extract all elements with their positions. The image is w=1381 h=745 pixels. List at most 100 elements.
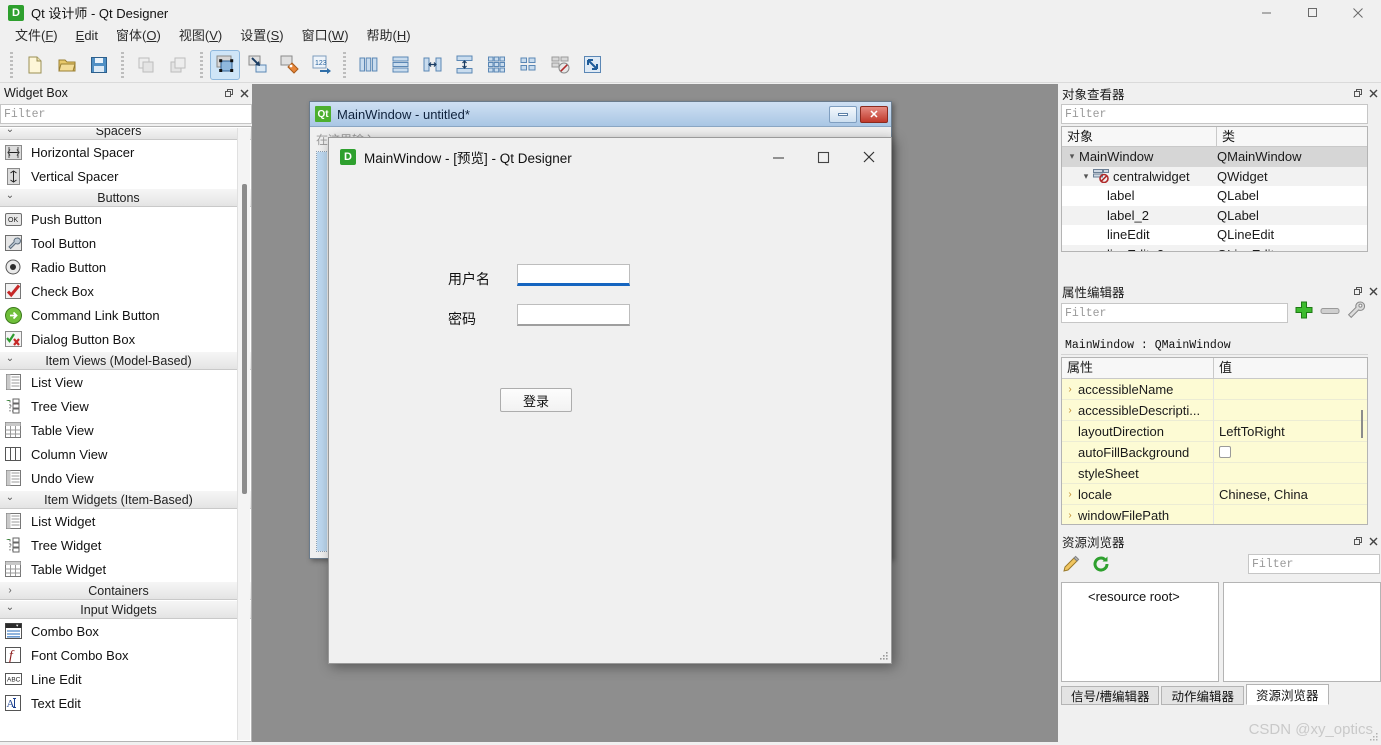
edit-signals-slots-button[interactable] [242,50,272,80]
checkbox[interactable] [1219,446,1231,458]
widget-item-dialog-button-box[interactable]: Dialog Button Box [0,327,251,351]
property-row[interactable]: layoutDirection LeftToRight [1062,421,1367,442]
break-layout-button[interactable] [545,50,575,80]
edit-widgets-mode-button[interactable] [210,49,240,80]
property-row[interactable]: autoFillBackground [1062,442,1367,463]
login-button[interactable]: 登录 [500,388,572,412]
chevron-right-icon[interactable]: › [1062,489,1078,500]
chevron-down-icon[interactable]: ▾ [1079,171,1093,182]
object-inspector-row[interactable]: ▾ centralwidget QWidget [1062,166,1367,186]
adjust-size-button[interactable] [577,50,607,80]
float-icon[interactable] [1351,534,1366,548]
property-editor-filter-input[interactable]: Filter [1061,303,1288,323]
property-value[interactable] [1214,505,1367,524]
chevron-right-icon[interactable]: › [1062,510,1078,521]
resource-root-item[interactable]: <resource root> [1062,583,1218,604]
menu-settings[interactable]: 设置(S) [231,25,292,47]
edit-tab-order-button[interactable]: 123 [306,50,336,80]
wrench-icon[interactable] [1346,300,1366,323]
property-row[interactable]: styleSheet [1062,463,1367,484]
minimize-button[interactable] [1243,0,1289,25]
widget-item-tree-widget[interactable]: Tree Widget [0,533,251,557]
layout-vertically-button[interactable] [385,50,415,80]
float-icon[interactable] [222,86,237,100]
widget-group-header[interactable]: ⌄ Spacers [0,127,251,140]
preview-minimize-button[interactable] [756,142,801,172]
redo-button[interactable] [163,50,193,80]
widget-item-table-widget[interactable]: Table Widget [0,557,251,581]
close-button[interactable] [1335,0,1381,25]
widget-item-list-widget[interactable]: List Widget [0,509,251,533]
object-inspector-row[interactable]: lineEdit_2 QLineEdit [1062,244,1367,251]
widget-group-header[interactable]: ⌄ Item Widgets (Item-Based) [0,490,251,509]
layout-horizontally-button[interactable] [353,50,383,80]
widget-item-line-edit[interactable]: ABC Line Edit [0,667,251,691]
chevron-down-icon[interactable]: ▾ [1065,151,1079,162]
widget-item-column-view[interactable]: Column View [0,442,251,466]
design-form-minimize-button[interactable] [829,105,857,123]
design-form-close-button[interactable]: ✕ [860,105,888,123]
reload-icon[interactable] [1091,554,1111,577]
widget-item-text-edit[interactable]: A Text Edit [0,691,251,715]
widget-item-check-box[interactable]: Check Box [0,279,251,303]
property-editor-scrollbar-thumb[interactable] [1361,410,1363,438]
widget-group-header[interactable]: › Containers [0,581,251,600]
open-folder-button[interactable] [52,50,82,80]
maximize-button[interactable] [1289,0,1335,25]
pencil-icon[interactable] [1061,554,1081,577]
widget-group-header[interactable]: ⌄ Input Widgets [0,600,251,619]
widget-item-tool-button[interactable]: Tool Button [0,231,251,255]
object-inspector-filter-input[interactable]: Filter [1061,104,1368,124]
menu-window[interactable]: 窗口(W) [293,25,358,47]
menu-view[interactable]: 视图(V) [170,25,231,47]
widget-box-filter-input[interactable]: Filter [0,104,252,124]
float-icon[interactable] [1351,284,1366,298]
save-button[interactable] [84,50,114,80]
username-input[interactable] [517,264,630,286]
layout-form-button[interactable] [513,50,543,80]
object-inspector-row[interactable]: label_2 QLabel [1062,205,1367,225]
resize-grip[interactable] [877,649,889,661]
dock-tab-1[interactable]: 动作编辑器 [1161,686,1244,705]
dock-tab-2[interactable]: 资源浏览器 [1246,684,1329,705]
widget-item-horizontal-spacer[interactable]: Horizontal Spacer [0,140,251,164]
property-value[interactable]: LeftToRight [1214,421,1367,442]
float-icon[interactable] [1351,86,1366,100]
password-input[interactable] [517,304,630,326]
widget-item-table-view[interactable]: Table View [0,418,251,442]
new-form-button[interactable] [20,50,50,80]
property-editor-grid[interactable]: 属性 值 › accessibleName › accessibleDescripti… [1061,357,1368,525]
property-row[interactable]: › windowFilePath [1062,505,1367,524]
property-value[interactable] [1214,463,1367,484]
undo-button[interactable] [131,50,161,80]
design-canvas[interactable]: Qt MainWindow - untitled* ✕ 在这里输入 D Main… [252,84,1058,742]
widget-group-header[interactable]: ⌄ Item Views (Model-Based) [0,351,251,370]
close-icon[interactable] [1366,284,1381,298]
widget-item-list-view[interactable]: List View [0,370,251,394]
minus-icon[interactable] [1320,304,1340,319]
window-resize-grip[interactable] [1369,730,1379,741]
property-value[interactable]: Chinese, China [1214,484,1367,505]
close-icon[interactable] [237,86,252,100]
property-value[interactable] [1214,400,1367,421]
close-icon[interactable] [1366,534,1381,548]
layout-splitter-horizontal-button[interactable] [417,50,447,80]
toolbar-handle[interactable] [10,51,13,78]
widget-item-tree-view[interactable]: Tree View [0,394,251,418]
resource-file-list[interactable] [1223,582,1381,682]
menu-edit[interactable]: Edit [67,25,107,47]
dock-tab-0[interactable]: 信号/槽编辑器 [1061,686,1160,705]
widget-group-header[interactable]: ⌄ Buttons [0,188,251,207]
object-inspector-row[interactable]: ▾ MainWindow QMainWindow [1062,147,1367,167]
resource-tree[interactable]: <resource root> [1061,582,1219,682]
widget-item-vertical-spacer[interactable]: Vertical Spacer [0,164,251,188]
object-inspector-tree[interactable]: 对象 类 ▾ MainWindow QMainWindow ▾ centralwidge… [1061,126,1368,252]
widget-item-radio-button[interactable]: Radio Button [0,255,251,279]
edit-buddies-button[interactable] [274,50,304,80]
property-value[interactable] [1214,442,1367,463]
object-inspector-row[interactable]: lineEdit QLineEdit [1062,225,1367,245]
widget-box-scrollbar[interactable] [237,128,250,740]
widget-item-push-button[interactable]: OK Push Button [0,207,251,231]
widget-item-font-combo-box[interactable]: f Font Combo Box [0,643,251,667]
menu-form[interactable]: 窗体(O) [107,25,170,47]
